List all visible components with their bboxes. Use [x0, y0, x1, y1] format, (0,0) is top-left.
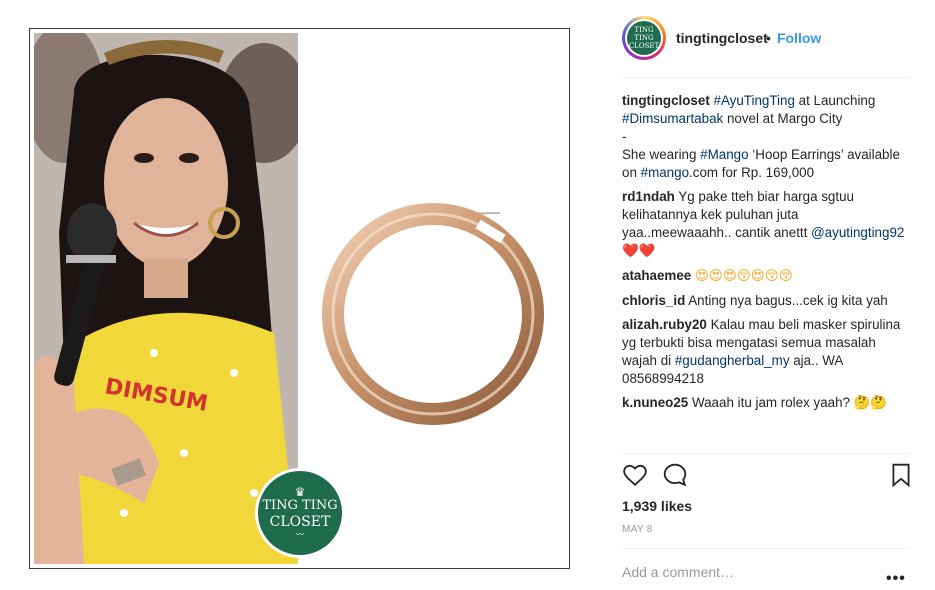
woman-illustration: DIMSUM: [34, 33, 298, 564]
avatar-logo: TING TING CLOSET: [627, 21, 661, 55]
hashtag-link[interactable]: #Dimsumartabak: [622, 111, 723, 126]
separator-dot: •: [766, 30, 771, 46]
action-bar: [622, 462, 910, 492]
heart-emoji: ❤️❤️: [622, 244, 656, 259]
hashtag-link[interactable]: #mango: [641, 165, 689, 180]
photo-woman: DIMSUM: [34, 33, 298, 564]
brand-watermark: ♛ TING TING CLOSET 〰: [255, 468, 345, 558]
list-item: atahaemee 😍😍😍😚😍😚😚: [622, 267, 910, 286]
list-item: rd1ndah Yg pake tteh biar harga sgtuu ke…: [622, 189, 905, 259]
post-date[interactable]: MAY 8: [622, 524, 653, 535]
comment-username[interactable]: chloris_id: [622, 293, 685, 308]
ornament-icon: 〰: [296, 530, 304, 539]
caption-username[interactable]: tingtingcloset: [622, 93, 710, 108]
header-username[interactable]: tingtingcloset: [676, 30, 768, 46]
heart-icon[interactable]: [622, 462, 648, 488]
comment-username[interactable]: k.nuneo25: [622, 395, 688, 410]
crown-icon: ♛: [294, 485, 306, 499]
watermark-line2: CLOSET: [269, 514, 331, 530]
more-options-icon[interactable]: •••: [886, 570, 906, 588]
list-item: chloris_id Anting nya bagus...cek ig kit…: [622, 293, 888, 308]
follow-button[interactable]: Follow: [777, 30, 821, 46]
post-header: TING TING CLOSET tingtingcloset • Follow: [602, 14, 910, 64]
bookmark-icon[interactable]: [888, 462, 914, 488]
product-panel: [298, 29, 569, 568]
add-comment-input[interactable]: Add a comment…: [622, 564, 734, 580]
comment-icon[interactable]: [662, 462, 688, 488]
mention-link[interactable]: @ayutingting92: [811, 225, 904, 240]
thinking-emoji: 🤔🤔: [853, 396, 888, 411]
header-divider: [622, 77, 910, 78]
caption: tingtingcloset #AyuTingTing at Launching…: [622, 93, 900, 180]
comment-username[interactable]: atahaemee: [622, 268, 691, 283]
hashtag-link[interactable]: #AyuTingTing: [714, 93, 795, 108]
comment-divider: [622, 548, 910, 549]
comment-username[interactable]: rd1ndah: [622, 189, 675, 204]
comment-username[interactable]: alizah.ruby20: [622, 317, 707, 332]
watermark-line1: TING TING: [262, 498, 338, 513]
hashtag-link[interactable]: #Mango: [700, 147, 748, 162]
avatar[interactable]: TING TING CLOSET: [622, 16, 666, 60]
kiss-emoji: 😍😍😍😚😍😚😚: [694, 269, 793, 284]
post-side-panel: TING TING CLOSET tingtingcloset • Follow…: [602, 0, 935, 590]
actions-divider: [622, 453, 910, 454]
list-item: alizah.ruby20 Kalau mau beli masker spir…: [622, 317, 901, 386]
hoop-earring-image: [322, 203, 544, 425]
post-image[interactable]: DIMSUM ♛ TING TING CLOSET 〰: [29, 28, 570, 569]
likes-count[interactable]: 1,939 likes: [622, 498, 692, 514]
comments-list: tingtingcloset #AyuTingTing at Launching…: [622, 92, 910, 419]
hashtag-link[interactable]: #gudangherbal_my: [675, 353, 790, 368]
list-item: k.nuneo25 Waaah itu jam rolex yaah? 🤔🤔: [622, 395, 888, 411]
